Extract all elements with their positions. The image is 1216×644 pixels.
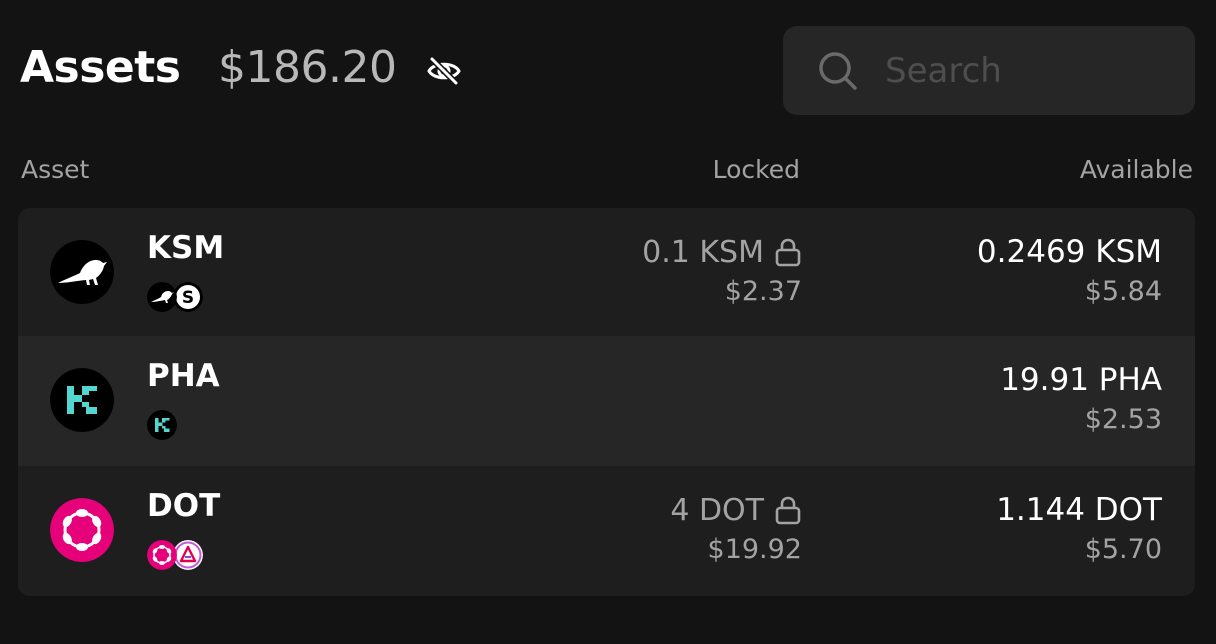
locked-balance: 0.1 KSM $2.37 [642, 232, 802, 308]
eye-off-icon[interactable] [426, 56, 462, 86]
available-usd-value: $5.70 [1084, 534, 1162, 565]
available-balance: 1.144 DOT $5.70 [996, 490, 1162, 565]
asset-row-pha[interactable]: PHA 19.91 PHA $2.53 [18, 336, 1195, 466]
chain-badges: S [147, 282, 227, 312]
locked-usd-value: $2.37 [724, 276, 802, 307]
chain-badges [147, 540, 227, 570]
asset-symbol: KSM [147, 230, 225, 266]
acala-icon [173, 540, 203, 570]
column-header-available: Available [1079, 155, 1193, 184]
search-icon [819, 52, 857, 90]
search-input[interactable] [883, 46, 1177, 96]
lock-icon [775, 238, 801, 267]
search-box[interactable] [783, 26, 1195, 115]
available-amount: 1.144 DOT [996, 492, 1162, 528]
khala-icon [50, 368, 114, 432]
asset-row-dot[interactable]: DOT 4 DOT $19.92 1.144 DOT $5.70 [18, 466, 1195, 596]
asset-symbol: DOT [147, 488, 221, 524]
asset-symbol: PHA [147, 358, 220, 394]
asset-row-ksm[interactable]: KSM S 0.1 KSM $2.37 0.2469 KSM $5.84 [18, 208, 1195, 336]
column-header-locked: Locked [712, 155, 800, 184]
locked-amount: 0.1 KSM [642, 234, 764, 270]
total-balance: $186.20 [218, 42, 397, 93]
locked-usd-value: $19.92 [707, 534, 802, 565]
lock-icon [775, 496, 801, 525]
khala-icon [147, 410, 177, 440]
available-amount: 19.91 PHA [1000, 362, 1162, 398]
kusama-bird-icon [50, 240, 114, 304]
header: Assets $186.20 [20, 26, 1195, 116]
polkadot-icon [147, 540, 177, 570]
available-balance: 19.91 PHA $2.53 [1000, 360, 1162, 435]
polkadot-icon [50, 498, 114, 562]
kusama-icon [147, 282, 177, 312]
locked-amount: 4 DOT [670, 492, 764, 528]
available-amount: 0.2469 KSM [976, 234, 1162, 270]
assets-table: KSM S 0.1 KSM $2.37 0.2469 KSM $5.84 PHA… [18, 208, 1195, 596]
sora-icon: S [173, 282, 203, 312]
chain-badges [147, 410, 227, 440]
locked-balance: 4 DOT $19.92 [670, 490, 802, 566]
available-usd-value: $5.84 [1084, 276, 1162, 307]
column-header-asset: Asset [21, 155, 90, 184]
svg-text:S: S [182, 288, 194, 308]
page-title: Assets [20, 42, 181, 93]
assets-page: Assets $186.20 Asset Locked Available [0, 0, 1216, 644]
available-usd-value: $2.53 [1084, 404, 1162, 435]
available-balance: 0.2469 KSM $5.84 [977, 232, 1162, 307]
